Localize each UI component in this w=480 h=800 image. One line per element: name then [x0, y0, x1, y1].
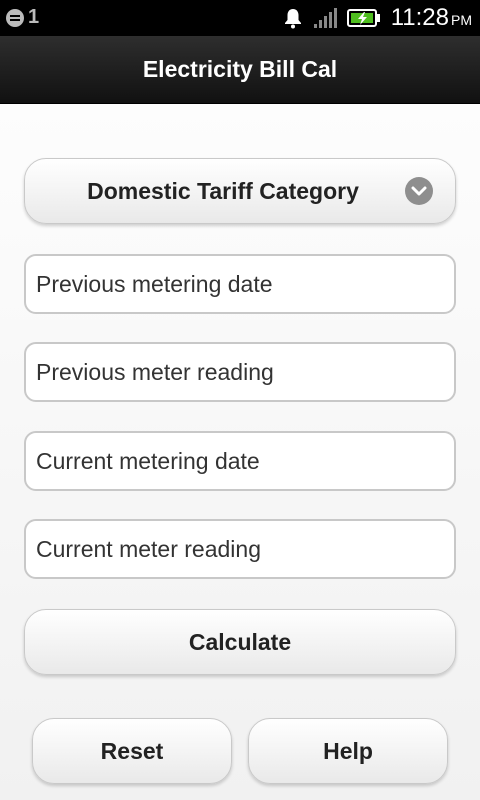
battery-charging-icon — [346, 9, 380, 27]
tariff-category-label: Domestic Tariff Category — [87, 177, 359, 204]
status-bar: 1 11:28 PM — [0, 0, 480, 36]
chevron-down-icon — [405, 177, 433, 205]
tariff-category-dropdown[interactable]: Domestic Tariff Category — [24, 158, 456, 224]
page-title: Electricity Bill Cal — [142, 56, 338, 82]
clock-ampm: PM — [451, 12, 472, 28]
calculator-form: Domestic Tariff Category Calculate Reset… — [0, 104, 480, 800]
reset-button[interactable]: Reset — [32, 718, 232, 784]
previous-meter-reading-input[interactable] — [24, 342, 456, 402]
app-notification-icon — [6, 8, 24, 27]
alarm-bell-icon — [284, 9, 301, 29]
current-metering-date-input[interactable] — [24, 431, 456, 491]
current-meter-reading-input[interactable] — [24, 519, 456, 579]
signal-strength-icon — [313, 8, 337, 28]
notification-area: 1 — [6, 6, 39, 29]
clock-time: 11:28 — [390, 4, 449, 31]
status-icons: 11:28 PM — [283, 4, 472, 32]
notification-count: 1 — [28, 6, 40, 28]
help-button[interactable]: Help — [248, 718, 448, 784]
clock: 11:28 PM — [391, 4, 472, 32]
app-title-bar: Electricity Bill Cal — [0, 36, 480, 104]
previous-metering-date-input[interactable] — [24, 254, 456, 314]
calculate-button[interactable]: Calculate — [24, 609, 456, 675]
